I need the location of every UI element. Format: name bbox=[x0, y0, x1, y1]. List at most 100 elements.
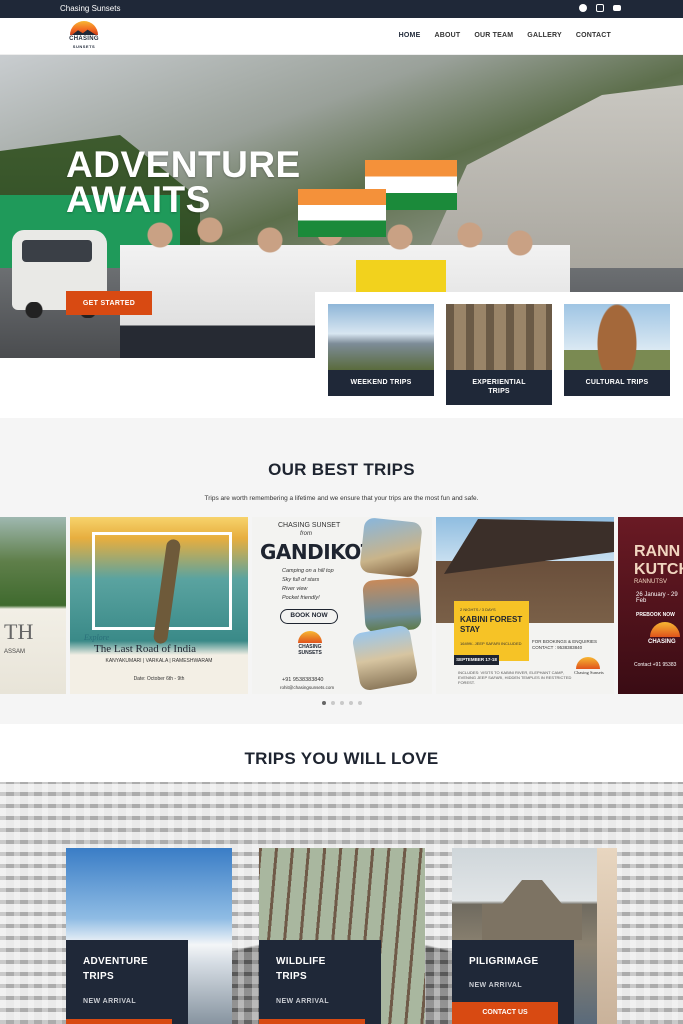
kabini-info-card: 2 NIGHTS / 3 DAYS KABINI FOREST STAY 164… bbox=[454, 601, 529, 661]
carousel-dots bbox=[0, 701, 683, 705]
slide-title: RANN KUTCH bbox=[634, 543, 683, 579]
nav-gallery[interactable]: GALLERY bbox=[527, 32, 562, 39]
feature-item: Camping on a hill top bbox=[282, 568, 334, 574]
slide-text: RANNUTSV bbox=[634, 579, 668, 585]
card-info-box: WILDLIFE TRIPS NEW ARRIVAL bbox=[259, 940, 381, 1024]
slide-email: rohit@chasingsunsets.com bbox=[280, 685, 335, 690]
sun-logo-icon bbox=[298, 631, 322, 643]
slide-contact: FOR BOOKINGS & ENQUIRIES CONTACT : 95383… bbox=[532, 639, 598, 650]
social-links bbox=[579, 4, 621, 12]
slide-last-road-of-india[interactable]: Explore The Last Road of India KANYAKUMA… bbox=[70, 517, 248, 694]
carousel-dot[interactable] bbox=[339, 701, 344, 705]
card-button-strip[interactable] bbox=[259, 1019, 365, 1024]
card-piligrimage[interactable]: PILIGRIMAGE NEW ARRIVAL CONTACT US bbox=[452, 848, 597, 1024]
carousel-dot[interactable] bbox=[357, 701, 362, 705]
slide-description: INCLUDES: VISITS TO KABINI RIVER, ELEPHA… bbox=[458, 670, 572, 685]
card-title-line2: TRIPS bbox=[276, 971, 307, 982]
slide-text: ASSAM bbox=[4, 649, 26, 655]
slide-rann-of-kutch[interactable]: RANN KUTCH RANNUTSV 26 January - 29 Feb … bbox=[618, 517, 683, 694]
topbar-brand: Chasing Sunsets bbox=[60, 4, 121, 13]
slide-date: Date: October 6th - 9th bbox=[133, 676, 185, 682]
india-flag-image bbox=[298, 189, 386, 237]
main-navbar: CHASING SUNSETS HOME ABOUT OUR TEAM GALL… bbox=[0, 18, 683, 55]
card-wildlife-trips[interactable]: WILDLIFE TRIPS NEW ARRIVAL bbox=[259, 848, 425, 1024]
category-experiential-trips[interactable]: EXPERIENTIAL TRIPS bbox=[446, 304, 552, 405]
new-arrival-badge: NEW ARRIVAL bbox=[83, 998, 137, 1005]
nav-menu: HOME ABOUT OUR TEAM GALLERY CONTACT bbox=[399, 32, 611, 39]
hero-title-line2: AWAITS bbox=[66, 179, 211, 220]
slide-logo-text: CHASING bbox=[648, 639, 676, 645]
nav-home[interactable]: HOME bbox=[399, 32, 421, 39]
slide-title-line2: KUTCH bbox=[634, 561, 683, 578]
nav-about[interactable]: ABOUT bbox=[434, 32, 460, 39]
slide-text: PREBOOK NOW bbox=[636, 612, 675, 618]
nav-contact[interactable]: CONTACT bbox=[576, 32, 611, 39]
river-photo bbox=[362, 577, 422, 633]
get-started-button[interactable]: GET STARTED bbox=[66, 291, 152, 315]
slide-logo: CHASING SUNSETS bbox=[290, 631, 330, 661]
site-logo[interactable]: CHASING SUNSETS bbox=[64, 21, 104, 53]
card-title-line2: TRIPS bbox=[83, 971, 114, 982]
card-title: WILDLIFE TRIPS bbox=[276, 954, 326, 984]
card-title: ADVENTURE TRIPS bbox=[83, 954, 148, 984]
slide-text: CHASING SUNSET bbox=[278, 522, 341, 529]
instagram-icon[interactable] bbox=[596, 4, 604, 12]
category-label: CULTURAL TRIPS bbox=[564, 370, 670, 396]
slide-title-line1: KABINI FOREST bbox=[460, 615, 523, 624]
trips-carousel[interactable]: TH ASSAM Explore The Last Road of India … bbox=[0, 517, 683, 694]
slide-kabini-forest-stay[interactable]: 2 NIGHTS / 3 DAYS KABINI FOREST STAY 164… bbox=[436, 517, 614, 694]
contact-us-button[interactable]: CONTACT US bbox=[452, 1002, 558, 1024]
trip-categories: WEEKEND TRIPS EXPERIENTIAL TRIPS CULTURA… bbox=[315, 292, 683, 418]
best-trips-subtitle: Trips are worth remembering a lifetime a… bbox=[204, 495, 479, 502]
slide-text: KANYAKUMARI | VARKALA | RAMESHWARAM bbox=[105, 658, 213, 664]
card-title-line1: WILDLIFE bbox=[276, 956, 326, 967]
best-trips-title: OUR BEST TRIPS bbox=[268, 460, 415, 479]
feature-item: Pocket friendly! bbox=[282, 595, 320, 601]
sun-logo-icon bbox=[70, 21, 98, 35]
slide-title-line1: RANN bbox=[634, 543, 681, 560]
card-info-box: ADVENTURE TRIPS NEW ARRIVAL bbox=[66, 940, 188, 1024]
card-button-strip[interactable] bbox=[66, 1019, 172, 1024]
feature-item: Sky full of stars bbox=[282, 577, 320, 583]
card-adventure-trips[interactable]: ADVENTURE TRIPS NEW ARRIVAL bbox=[66, 848, 232, 1024]
trips-you-will-love-section: ADVENTURE TRIPS NEW ARRIVAL WILDLIFE TRI… bbox=[0, 782, 683, 1024]
canyon-photo bbox=[359, 517, 423, 578]
carousel-dot[interactable] bbox=[348, 701, 353, 705]
carousel-dot[interactable] bbox=[321, 701, 326, 705]
best-trips-section: OUR BEST TRIPS Trips are worth rememberi… bbox=[0, 418, 683, 724]
slide-text: from bbox=[300, 531, 312, 537]
facebook-icon[interactable] bbox=[579, 4, 587, 12]
logo-text-line2: SUNSETS bbox=[72, 44, 96, 49]
book-now-badge: BOOK NOW bbox=[280, 609, 338, 624]
slide-title: The Last Road of India bbox=[94, 643, 197, 655]
category-label-line1: EXPERIENTIAL bbox=[472, 379, 526, 386]
carousel-dot[interactable] bbox=[330, 701, 335, 705]
slide-assam[interactable]: TH ASSAM bbox=[0, 517, 66, 694]
slide-date: 26 January - 29 Feb bbox=[636, 592, 678, 604]
sun-logo-icon bbox=[576, 657, 600, 669]
category-label: EXPERIENTIAL TRIPS bbox=[446, 370, 552, 405]
experiential-trips-image bbox=[446, 304, 552, 370]
slide-text: 2 NIGHTS / 3 DAYS bbox=[460, 607, 496, 612]
card-title: PILIGRIMAGE bbox=[469, 956, 539, 967]
weekend-trips-image bbox=[328, 304, 434, 370]
yellow-flag-image bbox=[356, 260, 446, 292]
slide-gandikota[interactable]: CHASING SUNSET from GANDIKOTA Camping on… bbox=[252, 517, 432, 694]
slide-logo-text: Chasing Sunsets bbox=[574, 670, 604, 675]
mosque-photo bbox=[351, 624, 419, 692]
card-title-line1: ADVENTURE bbox=[83, 956, 148, 967]
sun-logo-icon bbox=[650, 622, 680, 637]
cultural-trips-image bbox=[564, 304, 670, 370]
slide-phone: +91 9538383840 bbox=[282, 677, 324, 683]
slide-title: KABINI FOREST STAY bbox=[460, 615, 522, 635]
nav-our-team[interactable]: OUR TEAM bbox=[474, 32, 513, 39]
slide-text: Explore bbox=[84, 633, 110, 642]
category-weekend-trips[interactable]: WEEKEND TRIPS bbox=[328, 304, 434, 396]
slide-price: 16499/- JEEP SAFARI INCLUDED bbox=[460, 641, 522, 646]
slide-logo-text: CHASING SUNSETS bbox=[298, 644, 322, 656]
youtube-icon[interactable] bbox=[613, 5, 621, 11]
cottage-image bbox=[444, 519, 614, 574]
feature-item: River view bbox=[282, 586, 308, 592]
category-label: WEEKEND TRIPS bbox=[328, 370, 434, 396]
category-cultural-trips[interactable]: CULTURAL TRIPS bbox=[564, 304, 670, 396]
